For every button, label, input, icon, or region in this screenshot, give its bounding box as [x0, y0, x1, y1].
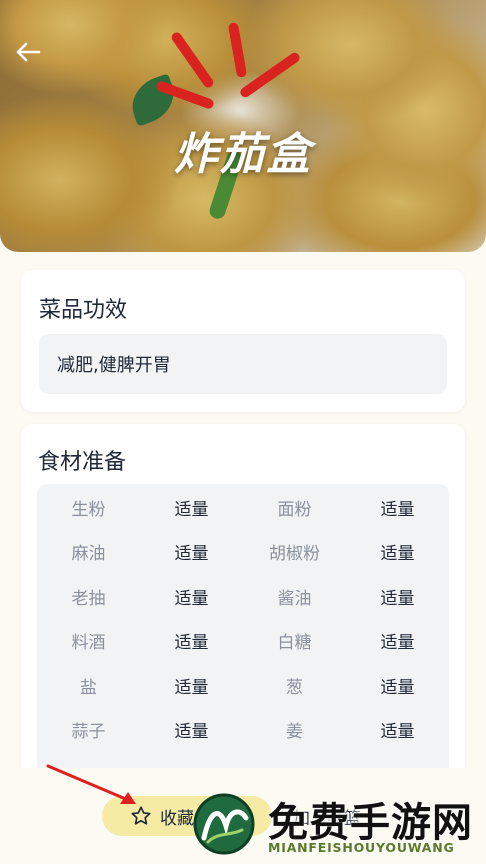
ingredient-quantity: 适量 [174, 722, 209, 743]
arrow-left-icon [16, 42, 41, 62]
ingredient-quantity: 适量 [380, 544, 415, 565]
annotation-arrow-icon [46, 764, 136, 804]
ingredient-name: 姜 [286, 722, 303, 743]
ingredient-quantity: 适量 [380, 677, 415, 698]
ingredient-name: 生粉 [71, 499, 106, 520]
ingredient-quantity: 适量 [380, 722, 415, 743]
ingredient-name: 老抽 [71, 588, 106, 609]
favorite-label: 收藏 [160, 808, 194, 829]
ingredient-name: 盐 [80, 677, 97, 698]
ingredient-quantity: 适量 [380, 499, 415, 520]
ingredient-quantity: 适量 [174, 677, 209, 698]
chili-garnish [169, 30, 216, 90]
chili-garnish [227, 22, 248, 78]
ingredient-quantity: 适量 [174, 633, 209, 654]
ingredient-quantity: 适量 [174, 588, 209, 609]
watermark-subtitle: MIANFEISHOUYOUWANG [268, 840, 455, 855]
ingredient-quantity: 适量 [380, 633, 415, 654]
watermark-logo [193, 793, 255, 855]
effect-text-box: 减肥,健脾开胃 [39, 334, 447, 394]
ingredient-row: 蒜子 适量 姜 适量 [37, 708, 449, 753]
chili-garnish [238, 50, 302, 100]
effect-text: 减肥,健脾开胃 [57, 355, 171, 376]
dish-title: 炸茄盒 [174, 129, 312, 180]
effect-card-title: 菜品功效 [39, 298, 128, 323]
ingredient-quantity: 适量 [174, 544, 209, 565]
ingredient-name: 白糖 [277, 633, 312, 654]
effect-card: 菜品功效 减肥,健脾开胃 [21, 270, 465, 412]
ingredient-name: 面粉 [277, 499, 312, 520]
ingredient-name: 酱油 [277, 588, 312, 609]
back-button[interactable] [12, 36, 44, 68]
ingredient-row: 盐 适量 葱 适量 [37, 663, 449, 708]
ingredients-card-title: 食材准备 [38, 450, 127, 475]
ingredient-row: 麻油 适量 胡椒粉 适量 [37, 530, 449, 575]
ingredient-name: 麻油 [71, 544, 106, 565]
ingredient-name: 蒜子 [71, 722, 106, 743]
ingredient-row: 料酒 适量 白糖 适量 [37, 619, 449, 664]
ingredient-name: 胡椒粉 [269, 544, 320, 565]
ingredient-name: 葱 [286, 677, 303, 698]
ingredient-row: 生粉 适量 面粉 适量 [37, 485, 449, 530]
ingredient-name: 料酒 [71, 633, 106, 654]
ingredient-quantity: 适量 [380, 588, 415, 609]
ingredient-row: 老抽 适量 酱油 适量 [37, 574, 449, 619]
ingredient-quantity: 适量 [174, 499, 209, 520]
